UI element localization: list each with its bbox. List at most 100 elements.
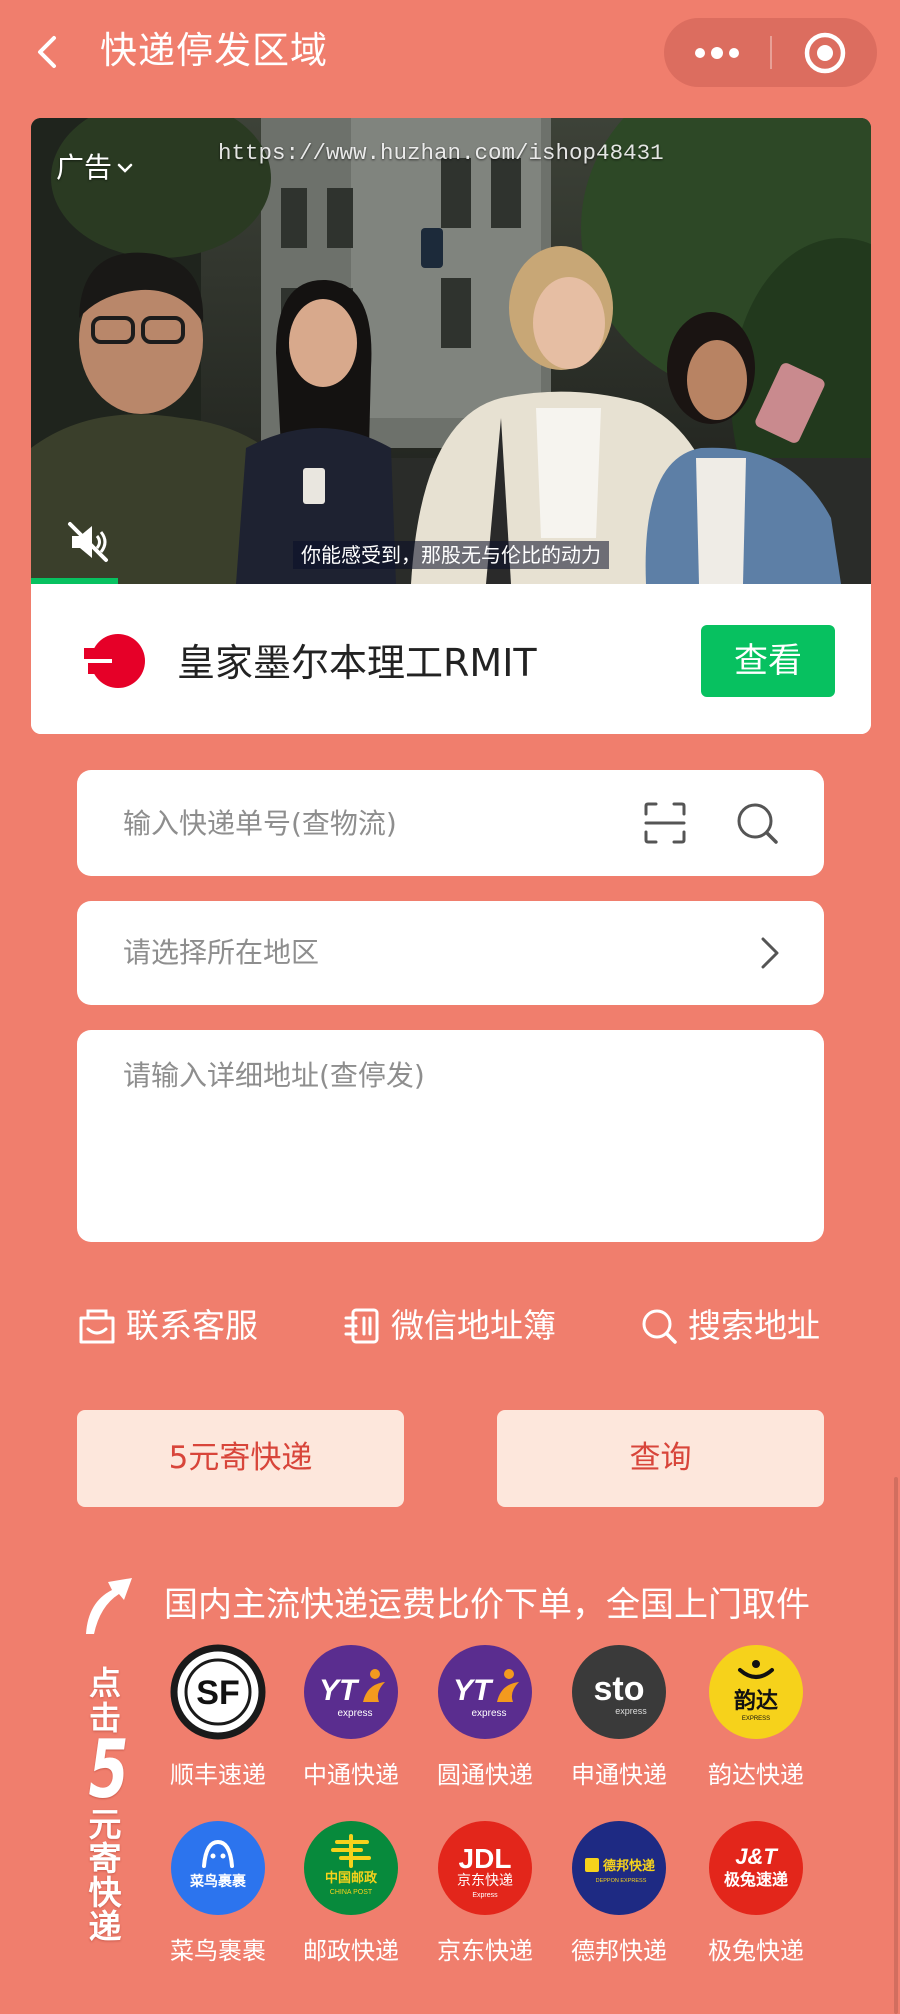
advertiser-logo xyxy=(74,623,151,700)
courier-name: 韵达快递 xyxy=(708,1761,804,1789)
address-field xyxy=(77,1030,824,1242)
search-icon xyxy=(737,803,778,844)
courier-name: 顺丰速递 xyxy=(170,1761,266,1789)
courier-jt[interactable]: J&T 极兔速递 极兔快递 xyxy=(686,1820,826,1970)
svg-text:JDL: JDL xyxy=(459,1843,512,1874)
courier-yunda[interactable]: 韵达 EXPRESS 韵达快递 xyxy=(686,1644,826,1794)
courier-name: 圆通快递 xyxy=(437,1761,533,1789)
query-button[interactable]: 查询 xyxy=(497,1410,824,1507)
svg-text:express: express xyxy=(337,1708,372,1719)
scan-button[interactable] xyxy=(642,800,688,846)
contact-support-label: 联系客服 xyxy=(126,1306,258,1345)
ad-card[interactable]: 广告 https://www.huzhan.com/ishop48431 你能感… xyxy=(31,118,871,734)
courier-sto[interactable]: sto express 申通快递 xyxy=(549,1644,689,1794)
courier-name: 申通快递 xyxy=(571,1761,667,1789)
zto-logo-icon: YT express xyxy=(304,1645,398,1739)
contact-support-link[interactable]: 联系客服 xyxy=(77,1304,258,1348)
deppon-logo-icon: 德邦快递 DEPPON EXPRESS xyxy=(572,1821,666,1915)
svg-text:中国邮政: 中国邮政 xyxy=(325,1870,378,1886)
tracking-number-field xyxy=(77,770,824,876)
china-post-logo-icon: 中国邮政 CHINA POST xyxy=(304,1821,398,1915)
svg-text:菜鸟裹裹: 菜鸟裹裹 xyxy=(189,1873,247,1890)
search-address-link[interactable]: 搜索地址 xyxy=(639,1304,820,1348)
ad-badge[interactable]: 广告 xyxy=(56,148,134,188)
send-express-button[interactable]: 5元寄快递 xyxy=(77,1410,404,1507)
view-ad-button[interactable]: 查看 xyxy=(701,625,835,697)
svg-text:express: express xyxy=(471,1708,506,1719)
search-address-label: 搜索地址 xyxy=(688,1306,820,1345)
svg-text:德邦快递: 德邦快递 xyxy=(603,1858,655,1874)
courier-name: 极兔快递 xyxy=(708,1937,804,1965)
promo-headline: 国内主流快递运费比价下单，全国上门取件 xyxy=(164,1585,810,1625)
chevron-left-icon xyxy=(38,36,56,68)
svg-text:express: express xyxy=(615,1706,647,1716)
courier-name: 德邦快递 xyxy=(571,1937,667,1965)
ad-info-bar: 皇家墨尔本理工RMIT 查看 xyxy=(31,584,871,734)
svg-text:YT: YT xyxy=(453,1674,494,1707)
region-selector[interactable]: 请选择所在地区 xyxy=(77,901,824,1005)
svg-text:Express: Express xyxy=(472,1892,498,1899)
curved-arrow-icon xyxy=(86,1578,132,1634)
svg-text:DEPPON EXPRESS: DEPPON EXPRESS xyxy=(596,1878,647,1884)
more-dots-icon xyxy=(695,46,739,59)
page: { "header": { "title": "快递停发区域", "back_i… xyxy=(0,0,900,2014)
courier-china-post[interactable]: 中国邮政 CHINA POST 邮政快递 xyxy=(281,1820,421,1970)
watermark-text: https://www.huzhan.com/ishop48431 xyxy=(218,140,664,166)
page-scrollbar[interactable] xyxy=(894,1477,898,2014)
side-text-bottom: 元寄快递 xyxy=(88,1805,122,1946)
wechat-address-book-label: 微信地址簿 xyxy=(391,1306,556,1345)
wechat-address-book-link[interactable]: 微信地址簿 xyxy=(342,1304,556,1348)
svg-text:J&T: J&T xyxy=(735,1844,778,1869)
svg-text:SF: SF xyxy=(196,1674,239,1712)
more-button[interactable] xyxy=(664,18,770,87)
courier-name: 菜鸟裹裹 xyxy=(170,1937,266,1965)
scan-icon xyxy=(644,802,686,844)
video-subtitle-row: 你能感受到，那股无与伦比的动力 xyxy=(31,541,871,569)
svg-text:EXPRESS: EXPRESS xyxy=(742,1716,770,1722)
courier-sf[interactable]: SF 顺丰速递 xyxy=(148,1644,288,1794)
back-button[interactable] xyxy=(30,30,66,74)
svg-text:sto: sto xyxy=(594,1670,645,1708)
video-subtitle: 你能感受到，那股无与伦比的动力 xyxy=(293,541,609,569)
courier-zto[interactable]: YT express 中通快递 xyxy=(281,1644,421,1794)
svg-text:CHINA POST: CHINA POST xyxy=(330,1889,373,1896)
search-tracking-button[interactable] xyxy=(734,800,780,846)
sf-logo-icon: SF xyxy=(170,1644,266,1740)
svg-text:极兔速递: 极兔速递 xyxy=(724,1870,788,1889)
ad-badge-label: 广告 xyxy=(56,151,113,184)
courier-name: 京东快递 xyxy=(437,1937,533,1965)
svg-text:YT: YT xyxy=(319,1674,360,1707)
yto-logo-icon: YT express xyxy=(438,1645,532,1739)
region-placeholder: 请选择所在地区 xyxy=(123,936,320,969)
side-text-number: 5 xyxy=(88,1723,129,1816)
courier-name: 中通快递 xyxy=(303,1761,399,1789)
sto-logo-icon: sto express xyxy=(572,1645,666,1739)
courier-yto[interactable]: YT express 圆通快递 xyxy=(415,1644,555,1794)
courier-name: 邮政快递 xyxy=(303,1937,399,1965)
svg-text:京东快递: 京东快递 xyxy=(457,1873,513,1889)
customer-service-icon xyxy=(79,1309,115,1344)
chevron-right-icon xyxy=(761,937,779,969)
mute-button[interactable] xyxy=(64,518,112,566)
yunda-logo-icon: 韵达 EXPRESS xyxy=(709,1645,803,1739)
tracking-number-input[interactable] xyxy=(123,770,623,876)
rmit-logo-icon xyxy=(74,623,151,700)
close-mini-program-button[interactable] xyxy=(772,18,877,87)
svg-text:韵达: 韵达 xyxy=(734,1688,778,1714)
chevron-down-icon xyxy=(117,163,133,173)
address-textarea[interactable] xyxy=(77,1030,824,1242)
muted-speaker-icon xyxy=(68,522,108,562)
advertiser-name: 皇家墨尔本理工RMIT xyxy=(177,641,537,685)
search-icon xyxy=(642,1309,677,1344)
cainiao-logo-icon: 菜鸟裹裹 xyxy=(171,1821,265,1915)
courier-deppon[interactable]: 德邦快递 DEPPON EXPRESS 德邦快递 xyxy=(549,1820,689,1970)
video-frame xyxy=(31,118,871,584)
courier-jd[interactable]: JDL 京东快递 Express 京东快递 xyxy=(415,1820,555,1970)
courier-cainiao[interactable]: 菜鸟裹裹 菜鸟裹裹 xyxy=(148,1820,288,1970)
page-title: 快递停发区域 xyxy=(100,29,328,72)
address-book-icon xyxy=(344,1308,379,1344)
mini-program-capsule xyxy=(664,18,877,87)
ad-video[interactable]: 广告 https://www.huzhan.com/ishop48431 你能感… xyxy=(31,118,871,584)
jd-logo-icon: JDL 京东快递 Express xyxy=(438,1821,532,1915)
jt-logo-icon: J&T 极兔速递 xyxy=(709,1821,803,1915)
